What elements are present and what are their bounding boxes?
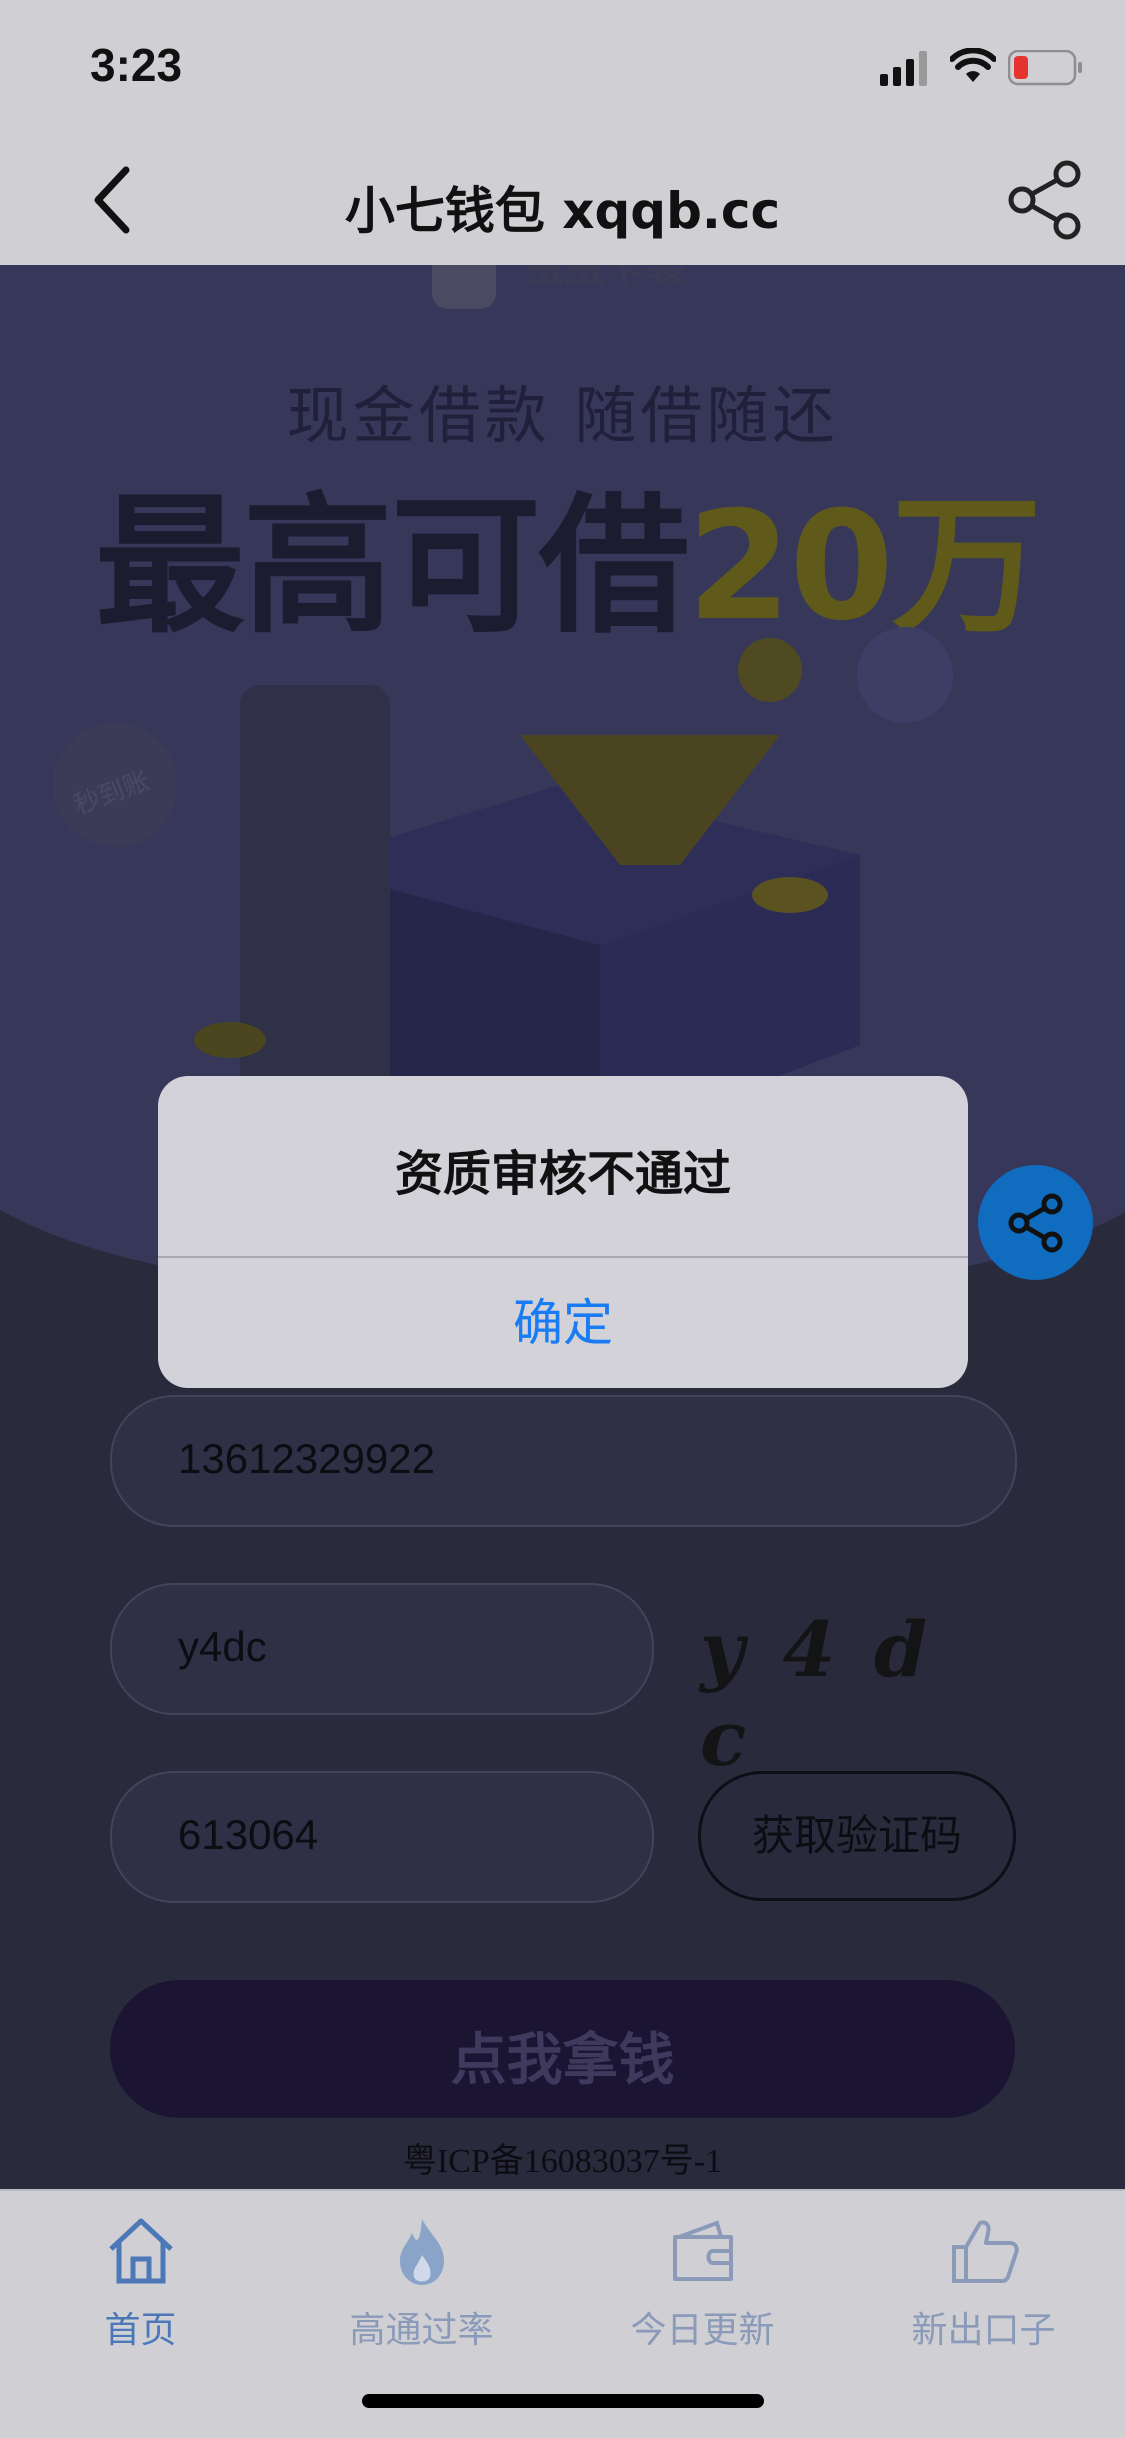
sms-code-field[interactable]: 613064	[110, 1771, 654, 1903]
captcha-value: y4dc	[178, 1623, 267, 1670]
share-icon	[1008, 1193, 1063, 1253]
tab-home[interactable]: 首页	[0, 2201, 281, 2361]
submit-button[interactable]: 点我拿钱	[110, 1980, 1015, 2118]
wifi-icon	[950, 48, 996, 82]
tab-high-pass-rate[interactable]: 高通过率	[281, 2201, 562, 2361]
navigation-bar: 小七钱包 xqqb.cc	[0, 135, 1125, 265]
icp-license: 粤ICP备16083037号-1	[402, 2143, 723, 2180]
submit-button-label: 点我拿钱	[450, 2028, 675, 2093]
tab-high-pass-rate-label: 高通过率	[349, 2310, 494, 2351]
confirm-button[interactable]: 确定	[158, 1258, 968, 1388]
home-icon	[109, 2218, 173, 2284]
status-time: 3:23	[90, 39, 183, 91]
brand-logo-icon	[432, 265, 496, 309]
alert-dialog: 资质审核不通过 确定	[158, 1076, 968, 1388]
tab-today-update-label: 今日更新	[630, 2310, 775, 2351]
signal-icon	[880, 51, 927, 86]
tab-new-lenders-label: 新出口子	[911, 2310, 1056, 2351]
sms-code-value: 613064	[178, 1811, 319, 1858]
tab-new-lenders[interactable]: 新出口子	[843, 2201, 1124, 2361]
get-code-button[interactable]: 获取验证码	[698, 1771, 1016, 1901]
flame-icon	[400, 2219, 444, 2285]
alert-title: 资质审核不通过	[394, 1146, 731, 1202]
captcha-image-text: y 4 d c	[700, 1605, 934, 1783]
tab-today-update[interactable]: 今日更新	[562, 2201, 843, 2361]
page-title: 小七钱包 xqqb.cc	[344, 182, 781, 240]
battery-icon	[1008, 50, 1082, 86]
thumbs-up-icon	[952, 2220, 1019, 2283]
status-bar: 3:23	[0, 0, 1125, 135]
floating-share-button[interactable]	[978, 1165, 1093, 1280]
phone-value: 13612329922	[178, 1435, 435, 1482]
hero-subtitle: 现金借款 随借随还	[286, 379, 839, 452]
brand-name: 虫虫卡袋	[525, 265, 685, 291]
wallet-icon	[673, 2220, 733, 2281]
captcha-image[interactable]: y 4 d c	[700, 1583, 1010, 1783]
phone-field[interactable]: 13612329922	[110, 1395, 1017, 1527]
home-indicator[interactable]	[362, 2394, 764, 2408]
captcha-input[interactable]: y4dc	[110, 1583, 654, 1715]
tab-home-label: 首页	[104, 2310, 177, 2351]
share-icon[interactable]	[1005, 160, 1085, 240]
